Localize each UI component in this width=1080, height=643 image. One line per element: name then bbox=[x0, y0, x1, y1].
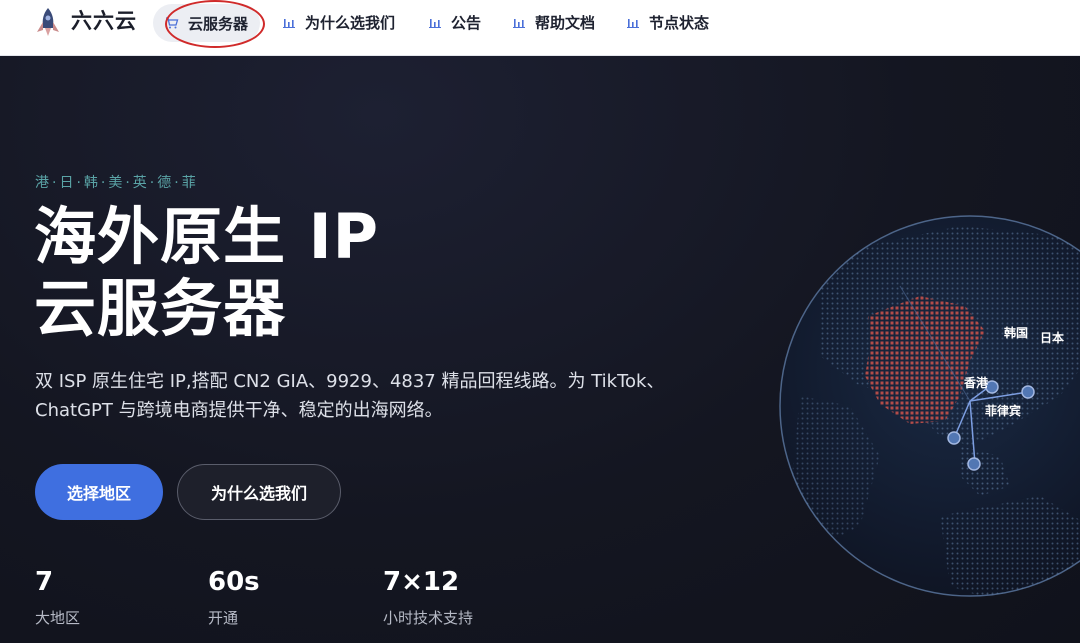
nav-item-label: 为什么选我们 bbox=[305, 13, 396, 32]
region-kicker: 港·日·韩·美·英·德·菲 bbox=[35, 175, 199, 191]
bar-chart-icon bbox=[627, 19, 639, 28]
stat-support: 7×12 小时技术支持 bbox=[383, 566, 473, 628]
map-label-japan: 日本 bbox=[1040, 331, 1065, 345]
stat-value: 7×12 bbox=[383, 567, 460, 597]
nav-item-announcements[interactable]: 公告 bbox=[428, 0, 481, 44]
stat-activation: 60s 开通 bbox=[208, 566, 260, 628]
hero-description: 双 ISP 原生住宅 IP,搭配 CN2 GIA、9929、4837 精品回程线… bbox=[35, 371, 665, 421]
stat-value: 7 bbox=[35, 567, 54, 597]
brand-name[interactable]: 六六云 bbox=[71, 8, 137, 34]
nav-item-why-us[interactable]: 为什么选我们 bbox=[282, 0, 395, 44]
why-us-button[interactable]: 为什么选我们 bbox=[177, 464, 341, 520]
nav-item-label: 云服务器 bbox=[188, 14, 249, 33]
bar-chart-icon bbox=[429, 19, 441, 28]
cart-icon bbox=[166, 17, 179, 29]
bar-chart-icon bbox=[283, 19, 295, 28]
nav-item-label: 公告 bbox=[451, 13, 482, 32]
nav-item-help-docs[interactable]: 帮助文档 bbox=[512, 0, 595, 44]
hero-title-line1: 海外原生 IP bbox=[34, 200, 380, 273]
nav-item-cloud-server[interactable]: 云服务器 bbox=[153, 4, 261, 42]
map-label-korea: 韩国 bbox=[1004, 326, 1029, 340]
top-nav: 六六云 云服务器 为什么选我们 公告 帮助文档 节点状态 bbox=[0, 0, 1080, 56]
stat-regions: 7 大地区 bbox=[35, 566, 80, 628]
hero-title-line2: 云服务器 bbox=[34, 272, 287, 345]
stat-label: 开通 bbox=[208, 609, 239, 627]
select-region-button[interactable]: 选择地区 bbox=[35, 464, 163, 520]
nav-item-label: 节点状态 bbox=[649, 13, 710, 32]
stat-value: 60s bbox=[208, 567, 260, 597]
globe-illustration bbox=[779, 215, 1080, 597]
rocket-logo-icon[interactable] bbox=[32, 6, 64, 38]
map-label-hong-kong: 香港 bbox=[964, 376, 989, 390]
stat-label: 大地区 bbox=[35, 609, 81, 627]
bar-chart-icon bbox=[513, 19, 525, 28]
nav-item-node-status[interactable]: 节点状态 bbox=[626, 0, 709, 44]
map-label-philippines: 菲律宾 bbox=[985, 404, 1022, 418]
nav-item-label: 帮助文档 bbox=[535, 13, 596, 32]
hero-section: 港·日·韩·美·英·德·菲 海外原生 IP 云服务器 双 ISP 原生住宅 IP… bbox=[0, 56, 1080, 643]
stat-label: 小时技术支持 bbox=[383, 609, 474, 627]
